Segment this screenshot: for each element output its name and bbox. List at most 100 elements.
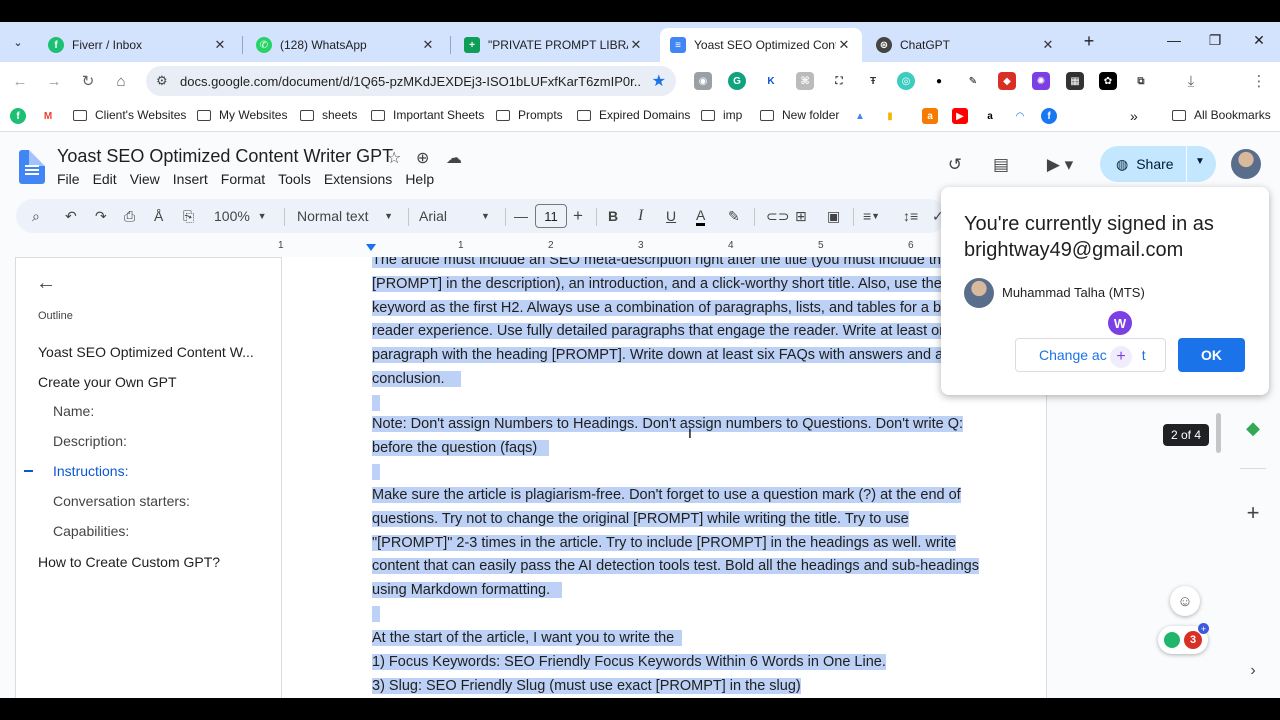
chevron-down-icon[interactable]: ▼ [481,206,490,226]
outline-item[interactable]: Yoast SEO Optimized Content W... [38,344,254,360]
document-page[interactable]: The article must include an SEO meta-des… [282,257,1047,698]
window-close-icon[interactable]: ✕ [1249,32,1269,49]
search-menus-icon[interactable]: ⌕ [32,206,40,226]
menu-file[interactable]: File [57,171,80,187]
outline-item-active[interactable]: Instructions: [53,463,128,479]
menu-view[interactable]: View [130,171,160,187]
bookmark-folder[interactable]: Expired Domains [577,108,690,122]
align-icon[interactable]: ≡ ▼ [863,206,880,226]
speed-bookmark-icon[interactable]: ◠ [1012,108,1028,124]
menu-tools[interactable]: Tools [278,171,311,187]
redo-icon[interactable]: ↷ [95,206,107,226]
maps-icon[interactable]: ◆ [1241,418,1265,439]
close-icon[interactable]: ✕ [836,37,852,53]
close-icon[interactable]: ✕ [420,37,436,53]
menu-edit[interactable]: Edit [93,171,117,187]
font-size-input[interactable]: 11 [535,204,567,228]
outline-item[interactable]: Description: [53,433,127,449]
paragraph-note[interactable]: Note: Don't assign Numbers to Headings. … [372,413,963,484]
ai-extension-icon[interactable]: ◎ [897,72,915,90]
address-bar[interactable]: ⚙ docs.google.com/document/d/1Q65-pzMKdJ… [146,66,676,96]
plus-icon[interactable]: + [1110,346,1132,368]
screenshot-extension-icon[interactable]: ⛶ [830,72,848,90]
menu-help[interactable]: Help [405,171,434,187]
tab-yoast-doc[interactable]: ≡ Yoast SEO Optimized Conte ✕ [660,28,862,62]
move-icon[interactable]: ⊕ [416,148,429,168]
menu-extensions[interactable]: Extensions [324,171,392,187]
bookmark-folder[interactable]: Prompts [496,108,563,122]
eyedropper-icon[interactable]: ✎ [964,72,982,90]
version-history-icon[interactable]: ↺ [943,153,967,177]
more-bookmarks-icon[interactable]: » [1130,108,1138,124]
comments-icon[interactable]: ▤ [989,153,1013,177]
outline-item[interactable]: Capabilities: [53,523,129,539]
url-text[interactable]: docs.google.com/document/d/1Q65-pzMKdJEX… [180,74,640,89]
reload-icon[interactable]: ↻ [78,71,98,91]
paragraph-plagiarism[interactable]: Make sure the article is plagiarism-free… [372,484,979,627]
text-color-icon[interactable]: A [696,206,706,226]
style-select[interactable]: Normal text ▼ [297,206,393,226]
youtube-bookmark-icon[interactable]: ▶ [952,108,968,124]
print-icon[interactable]: ⎙ [124,206,135,226]
chevron-down-icon[interactable]: ▼ [1195,156,1205,167]
insert-image-icon[interactable]: ▣ [827,206,840,226]
facebook-bookmark-icon[interactable]: f [1041,108,1057,124]
indent-marker[interactable] [366,244,376,251]
home-icon[interactable]: ⌂ [111,71,131,91]
decrease-font-icon[interactable]: — [514,206,528,226]
zoom-select[interactable]: 100% ▼ [214,206,267,226]
lock-extension-icon[interactable]: ◆ [998,72,1016,90]
tab-chatgpt[interactable]: ⊛ ChatGPT ✕ [866,28,1066,62]
close-icon[interactable]: ✕ [1040,37,1056,53]
bold-icon[interactable]: B [608,206,618,226]
bookmark-folder[interactable]: imp [701,108,742,122]
back-icon[interactable]: ← [10,71,30,91]
link-icon[interactable]: ⊂⊃ [766,206,789,226]
line-spacing-icon[interactable]: ↕≡ [903,206,918,226]
outline-item[interactable]: Create your Own GPT [38,374,177,390]
grid-extension-icon[interactable]: ▦ [1066,72,1084,90]
menu-format[interactable]: Format [221,171,265,187]
bookmark-star-icon[interactable]: ★ [652,71,666,91]
account-avatar[interactable] [1231,149,1261,179]
add-comment-icon[interactable]: ⊞ [795,206,807,226]
tab-whatsapp[interactable]: ✆ (128) WhatsApp ✕ [246,28,446,62]
chevron-right-icon[interactable]: › [1241,662,1265,680]
bookmark-folder[interactable]: sheets [300,108,357,122]
scrollbar-thumb[interactable] [1216,413,1221,453]
chatgpt-extension-icon[interactable]: ✿ [1099,72,1117,90]
analytics-bookmark-icon[interactable]: ▮ [882,108,898,124]
bookmark-folder[interactable]: Important Sheets [371,108,484,122]
ahrefs-bookmark-icon[interactable]: a [922,108,938,124]
star-icon[interactable]: ☆ [387,148,401,168]
site-info-icon[interactable]: ⚙ [156,73,168,89]
highlight-icon[interactable]: ✎ [728,206,740,226]
share-button[interactable]: ◍ Share ▼ [1100,146,1216,182]
forward-icon[interactable]: → [44,71,64,91]
bookmark-folder[interactable]: My Websites [197,108,287,122]
tab-fiverr[interactable]: f Fiverr / Inbox ✕ [38,28,238,62]
paragraph-requirements[interactable]: The article must include an SEO meta-des… [372,257,978,416]
close-icon[interactable]: ✕ [628,37,644,53]
paint-format-icon[interactable]: ⎘ [183,206,194,226]
spellcheck-icon[interactable]: Å [154,206,163,226]
change-account-button[interactable]: Change ac t [1015,338,1166,372]
undo-icon[interactable]: ↶ [65,206,77,226]
close-icon[interactable]: ✕ [212,37,228,53]
grammarly-icon[interactable]: G [728,72,746,90]
paragraph-start-of-article[interactable]: At the start of the article, I want you … [372,627,886,698]
bookmark-folder[interactable]: Client's Websites [73,108,186,122]
text-extension-icon[interactable]: Ŧ [864,72,882,90]
minimize-icon[interactable]: — [1164,32,1184,48]
all-bookmarks[interactable]: All Bookmarks [1172,108,1271,122]
drive-bookmark-icon[interactable]: ▲ [852,108,868,124]
puzzle-badge-icon[interactable]: ✺ [1032,72,1050,90]
document-title[interactable]: Yoast SEO Optimized Content Writer GPT [57,146,393,167]
camera-icon[interactable]: ◉ [694,72,712,90]
back-arrow-icon[interactable]: ← [36,272,56,295]
restore-icon[interactable]: ❐ [1205,32,1225,49]
mask-extension-icon[interactable]: ● [930,72,948,90]
keyword-extension-icon[interactable]: K [762,72,780,90]
ok-button[interactable]: OK [1178,338,1245,372]
outline-item[interactable]: Conversation starters: [53,493,190,509]
